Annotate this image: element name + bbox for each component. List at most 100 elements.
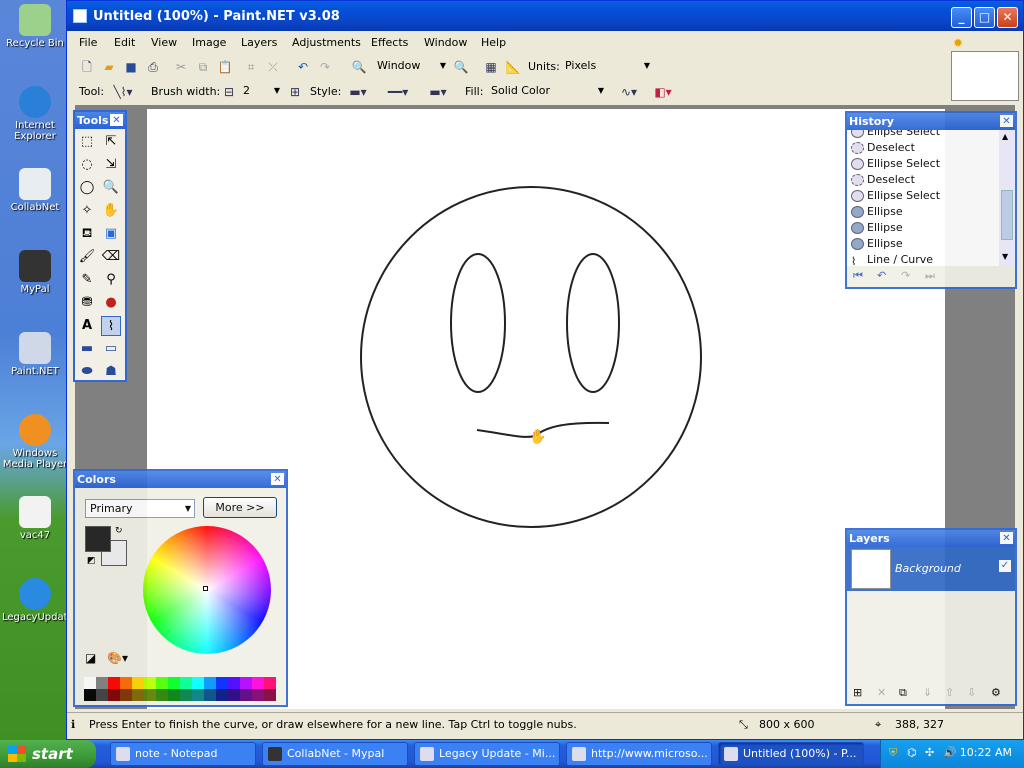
task-microsoft[interactable]: http://www.microso... xyxy=(566,742,712,766)
fill-select[interactable]: Solid Color ▼ xyxy=(487,82,607,101)
color-mode-select[interactable]: Primary ▼ xyxy=(85,499,195,518)
magic-wand-tool-icon[interactable]: ✧ xyxy=(77,201,97,221)
palette-swatch[interactable] xyxy=(204,689,216,701)
palette-menu-icon[interactable]: 🎨▾ xyxy=(107,651,128,665)
paint-bucket-tool-icon[interactable]: ⛾ xyxy=(77,224,97,244)
palette-swatch[interactable] xyxy=(84,677,96,689)
palette-swatch[interactable] xyxy=(168,677,180,689)
zoom-out-icon[interactable]: 🔍 xyxy=(351,59,367,75)
paste-icon[interactable]: 📋 xyxy=(217,59,233,75)
dash-style-icon[interactable]: ━━▾ xyxy=(375,84,421,100)
scroll-down-icon[interactable]: ▼ xyxy=(1002,252,1008,261)
print-icon[interactable]: ⎙ xyxy=(145,59,161,75)
add-layer-icon[interactable]: ⊞ xyxy=(853,686,862,699)
palette-swatch[interactable] xyxy=(84,689,96,701)
rewind-icon[interactable]: ⏮ xyxy=(853,269,863,283)
save-icon[interactable]: ■ xyxy=(123,59,139,75)
security-shield-icon[interactable]: ⛨ xyxy=(889,746,897,760)
ellipse-tool-icon[interactable]: ⬬ xyxy=(77,362,97,382)
color-picker-tool-icon[interactable]: ⚲ xyxy=(101,270,121,290)
palette-swatch[interactable] xyxy=(240,677,252,689)
palette-swatch[interactable] xyxy=(252,689,264,701)
menu-window[interactable]: Window xyxy=(424,36,467,49)
history-item[interactable]: Ellipse xyxy=(849,204,999,220)
move-layer-down-icon[interactable]: ⇩ xyxy=(967,686,976,699)
pencil-tool-icon[interactable]: ✎ xyxy=(77,270,97,290)
tools-panel-header[interactable]: Tools ✕ xyxy=(75,112,125,129)
task-collabnet[interactable]: CollabNet - Mypal xyxy=(262,742,408,766)
zoom-tool-icon[interactable]: 🔍 xyxy=(101,178,121,198)
units-select[interactable]: Pixels ▼ xyxy=(561,57,653,76)
palette-swatch[interactable] xyxy=(96,689,108,701)
recolor-tool-icon[interactable]: ● xyxy=(101,293,121,313)
palette-swatch[interactable] xyxy=(216,677,228,689)
palette-swatch[interactable] xyxy=(192,677,204,689)
paintbrush-tool-icon[interactable]: 🖌 xyxy=(77,247,97,267)
palette-swatch[interactable] xyxy=(108,689,120,701)
history-item[interactable]: Ellipse Select xyxy=(849,188,999,204)
rectangle-tool-icon[interactable]: ▬ xyxy=(77,339,97,359)
move-selected-tool-icon[interactable]: ⇲ xyxy=(101,155,121,175)
rounded-rectangle-tool-icon[interactable]: ▭ xyxy=(101,339,121,359)
palette-swatch[interactable] xyxy=(216,689,228,701)
maximize-button[interactable]: □ xyxy=(974,7,995,28)
history-item[interactable]: Deselect xyxy=(849,140,999,156)
layer-visibility-checkbox[interactable]: ✓ xyxy=(999,560,1011,572)
title-bar[interactable]: Untitled (100%) - Paint.NET v3.08 _ □ ✕ xyxy=(67,1,1023,31)
desktop-icon-vac47[interactable]: vac47 xyxy=(2,496,68,541)
merge-layer-icon[interactable]: ⇓ xyxy=(923,686,932,699)
eraser-tool-icon[interactable]: ⌫ xyxy=(101,247,121,267)
text-tool-icon[interactable]: A xyxy=(77,316,97,336)
new-icon[interactable]: 🗋 xyxy=(79,59,95,75)
line-start-style-icon[interactable]: ▬▾ xyxy=(345,84,371,100)
layer-properties-icon[interactable]: ⚙ xyxy=(991,686,1001,699)
menu-help[interactable]: Help xyxy=(481,36,506,49)
move-selection-tool-icon[interactable]: ⇱ xyxy=(101,132,121,152)
menu-view[interactable]: View xyxy=(151,36,177,49)
menu-image[interactable]: Image xyxy=(192,36,226,49)
delete-layer-icon[interactable]: ✕ xyxy=(877,686,886,699)
brush-width-select[interactable]: 2 ▼ xyxy=(239,82,283,101)
reset-colors-icon[interactable]: ◩ xyxy=(87,556,96,566)
scroll-up-icon[interactable]: ▲ xyxy=(1002,132,1008,141)
more-colors-button[interactable]: More >> xyxy=(203,497,277,518)
decrease-brush-icon[interactable]: ⊟ xyxy=(221,84,237,100)
cut-icon[interactable]: ✂ xyxy=(173,59,189,75)
layers-panel-header[interactable]: Layers ✕ xyxy=(847,530,1015,547)
primary-color-swatch[interactable] xyxy=(85,526,111,552)
desktop-icon-legacyupdate[interactable]: LegacyUpdate xyxy=(2,578,74,623)
blend-mode-icon[interactable]: ◧▾ xyxy=(649,84,677,100)
palette-swatch[interactable] xyxy=(120,689,132,701)
history-redo-icon[interactable]: ↷ xyxy=(901,269,910,282)
increase-brush-icon[interactable]: ⊞ xyxy=(287,84,303,100)
palette-swatch[interactable] xyxy=(204,677,216,689)
history-item[interactable]: Ellipse Select xyxy=(849,156,999,172)
menu-layers[interactable]: Layers xyxy=(241,36,277,49)
ruler-icon[interactable]: 📐 xyxy=(505,59,521,75)
desktop-icon-paintnet[interactable]: Paint.NET xyxy=(2,332,68,377)
gradient-tool-icon[interactable]: ▣ xyxy=(101,224,121,244)
history-item[interactable]: Ellipse xyxy=(849,220,999,236)
line-end-style-icon[interactable]: ▬▾ xyxy=(425,84,451,100)
close-icon[interactable]: ✕ xyxy=(271,473,284,485)
menu-effects[interactable]: Effects xyxy=(371,36,408,49)
task-paintnet[interactable]: Untitled (100%) - P... xyxy=(718,742,864,766)
history-undo-icon[interactable]: ↶ xyxy=(877,269,886,282)
menu-adjustments[interactable]: Adjustments xyxy=(292,36,361,49)
task-notepad[interactable]: note - Notepad xyxy=(110,742,256,766)
line-curve-tool-select[interactable]: ╲⌇▾ xyxy=(109,84,137,100)
color-wheel[interactable] xyxy=(143,526,271,654)
menu-edit[interactable]: Edit xyxy=(114,36,135,49)
desktop-icon-recycle-bin[interactable]: Recycle Bin xyxy=(2,4,68,49)
close-button[interactable]: ✕ xyxy=(997,7,1018,28)
palette-swatch[interactable] xyxy=(228,677,240,689)
desktop-icon-mypal[interactable]: MyPal xyxy=(2,250,68,295)
duplicate-layer-icon[interactable]: ⧉ xyxy=(899,686,907,700)
freeform-shape-tool-icon[interactable]: ☗ xyxy=(101,362,121,382)
palette-swatch[interactable] xyxy=(252,677,264,689)
zoom-in-icon[interactable]: 🔍 xyxy=(453,59,469,75)
history-item[interactable]: ⌇ Line / Curve xyxy=(849,252,999,266)
palette-swatch[interactable] xyxy=(96,677,108,689)
history-item[interactable]: Deselect xyxy=(849,172,999,188)
palette-swatch[interactable] xyxy=(144,677,156,689)
